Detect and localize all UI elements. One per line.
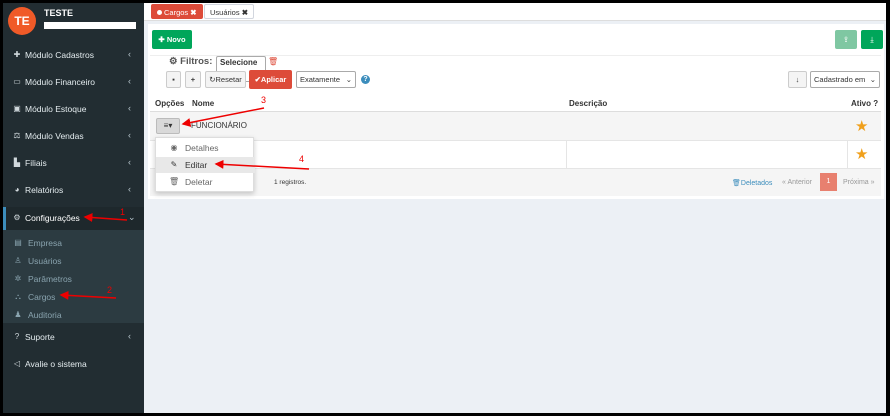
annotation-arrow-4 bbox=[214, 159, 310, 170]
annotation-number-3: 3 bbox=[261, 95, 267, 105]
annotation-arrows bbox=[59, 107, 310, 300]
annotation-arrow-1 bbox=[83, 213, 128, 223]
annotation-arrow-3 bbox=[181, 107, 265, 127]
annotation-number-1: 1 bbox=[120, 207, 126, 217]
annotation-number-2: 2 bbox=[107, 285, 113, 295]
annotation-arrow-2 bbox=[59, 290, 117, 300]
app-window: TE TESTE ✚ Módulo Cadastros ‹ ▭ Módulo F… bbox=[3, 3, 886, 413]
annotation-number-4: 4 bbox=[299, 154, 305, 164]
